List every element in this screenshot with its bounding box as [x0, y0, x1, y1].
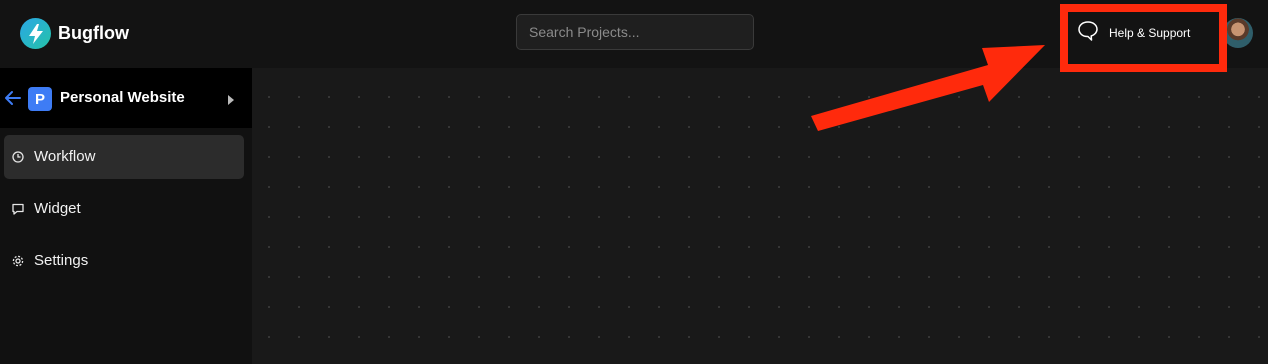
back-arrow-icon[interactable]	[4, 90, 22, 111]
bolt-icon	[20, 18, 51, 49]
sidebar-item-label: Settings	[34, 252, 89, 269]
workflow-icon	[11, 150, 25, 164]
chat-icon	[11, 202, 25, 216]
help-support-button[interactable]: Help & Support	[1076, 20, 1190, 46]
sidebar-item-label: Workflow	[34, 148, 96, 165]
app-name: Bugflow	[58, 23, 129, 43]
sidebar-item-label: Widget	[34, 200, 81, 217]
sidebar-item-workflow[interactable]: Workflow	[4, 135, 244, 179]
help-support-label: Help & Support	[1109, 26, 1191, 40]
project-name: Personal Website	[60, 89, 185, 106]
sidebar: P Personal Website Workflow Widget Setti…	[0, 68, 252, 364]
workflow-canvas[interactable]	[252, 68, 1268, 364]
search-box[interactable]	[516, 14, 754, 50]
gear-icon	[11, 254, 25, 268]
chat-bubble-icon	[1076, 19, 1100, 48]
caret-right-icon[interactable]	[227, 93, 235, 111]
project-switcher[interactable]: P Personal Website	[0, 68, 252, 128]
top-bar: Bugflow Help & Support	[0, 0, 1268, 68]
sidebar-item-widget[interactable]: Widget	[4, 187, 244, 231]
app-logo[interactable]: Bugflow	[20, 18, 129, 49]
search-input[interactable]	[517, 15, 753, 49]
user-avatar[interactable]	[1223, 18, 1253, 48]
project-avatar: P	[28, 87, 52, 111]
sidebar-item-settings[interactable]: Settings	[4, 239, 244, 283]
